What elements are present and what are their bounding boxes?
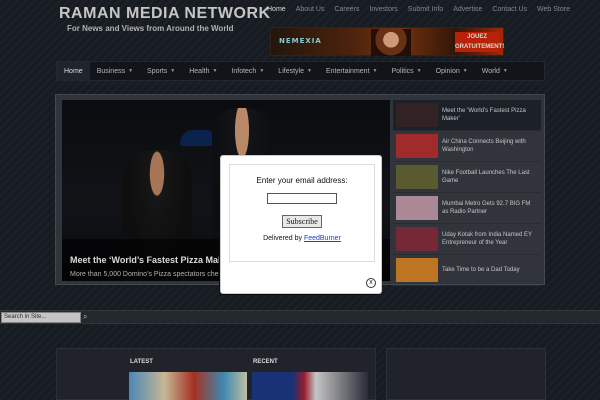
subscribe-button[interactable]: Subscribe [282, 215, 322, 228]
subscribe-form: Enter your email address: Subscribe Deli… [229, 164, 375, 262]
email-field[interactable] [267, 193, 337, 204]
subscribe-modal: Enter your email address: Subscribe Deli… [220, 155, 382, 294]
email-label: Enter your email address: [256, 176, 348, 185]
close-icon[interactable]: x [366, 278, 376, 288]
feedburner-link[interactable]: FeedBurner [304, 235, 341, 242]
delivered-by-text: Delivered by [263, 235, 304, 242]
delivered-by: Delivered by FeedBurner [230, 235, 374, 242]
